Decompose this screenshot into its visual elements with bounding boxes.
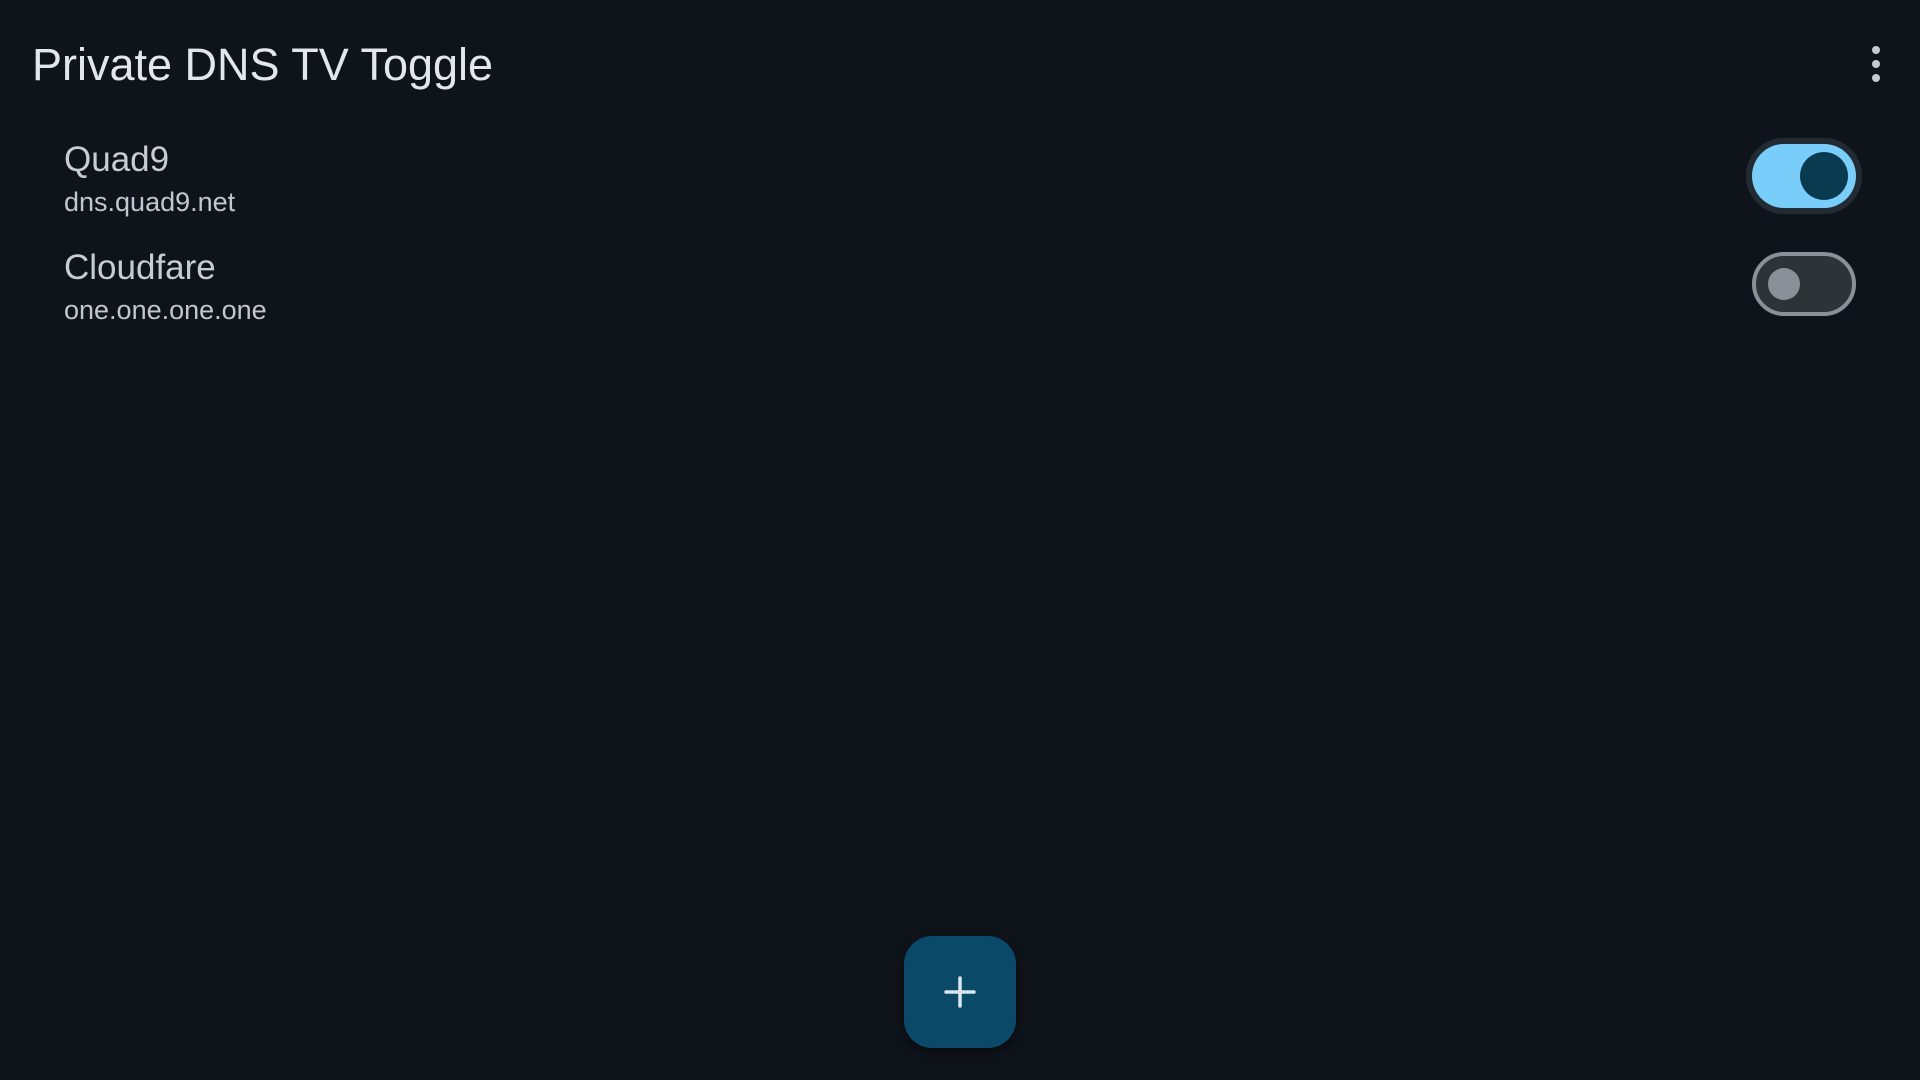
add-dns-button[interactable]	[904, 936, 1016, 1048]
plus-icon	[944, 976, 976, 1008]
dns-hostname: dns.quad9.net	[64, 187, 236, 217]
toggle-switch-cloudfare[interactable]	[1752, 252, 1856, 316]
overflow-menu-button[interactable]	[1856, 40, 1896, 88]
dns-name: Cloudfare	[64, 248, 216, 287]
dns-name: Quad9	[64, 140, 170, 179]
more-vert-icon	[1872, 46, 1880, 54]
app-screen: Private DNS TV Toggle Quad9 dns.quad9.ne…	[0, 0, 1920, 1080]
list-item-cloudfare[interactable]: Cloudfare one.one.one.one	[0, 240, 1920, 348]
more-vert-icon-dot	[1872, 60, 1880, 68]
page-title: Private DNS TV Toggle	[32, 39, 494, 90]
switch-thumb	[1800, 152, 1848, 200]
switch-thumb	[1768, 268, 1800, 300]
list-item-quad9[interactable]: Quad9 dns.quad9.net	[0, 132, 1920, 240]
more-vert-icon-dot	[1872, 74, 1880, 82]
dns-hostname: one.one.one.one	[64, 295, 267, 325]
toggle-switch-quad9[interactable]	[1752, 144, 1856, 208]
